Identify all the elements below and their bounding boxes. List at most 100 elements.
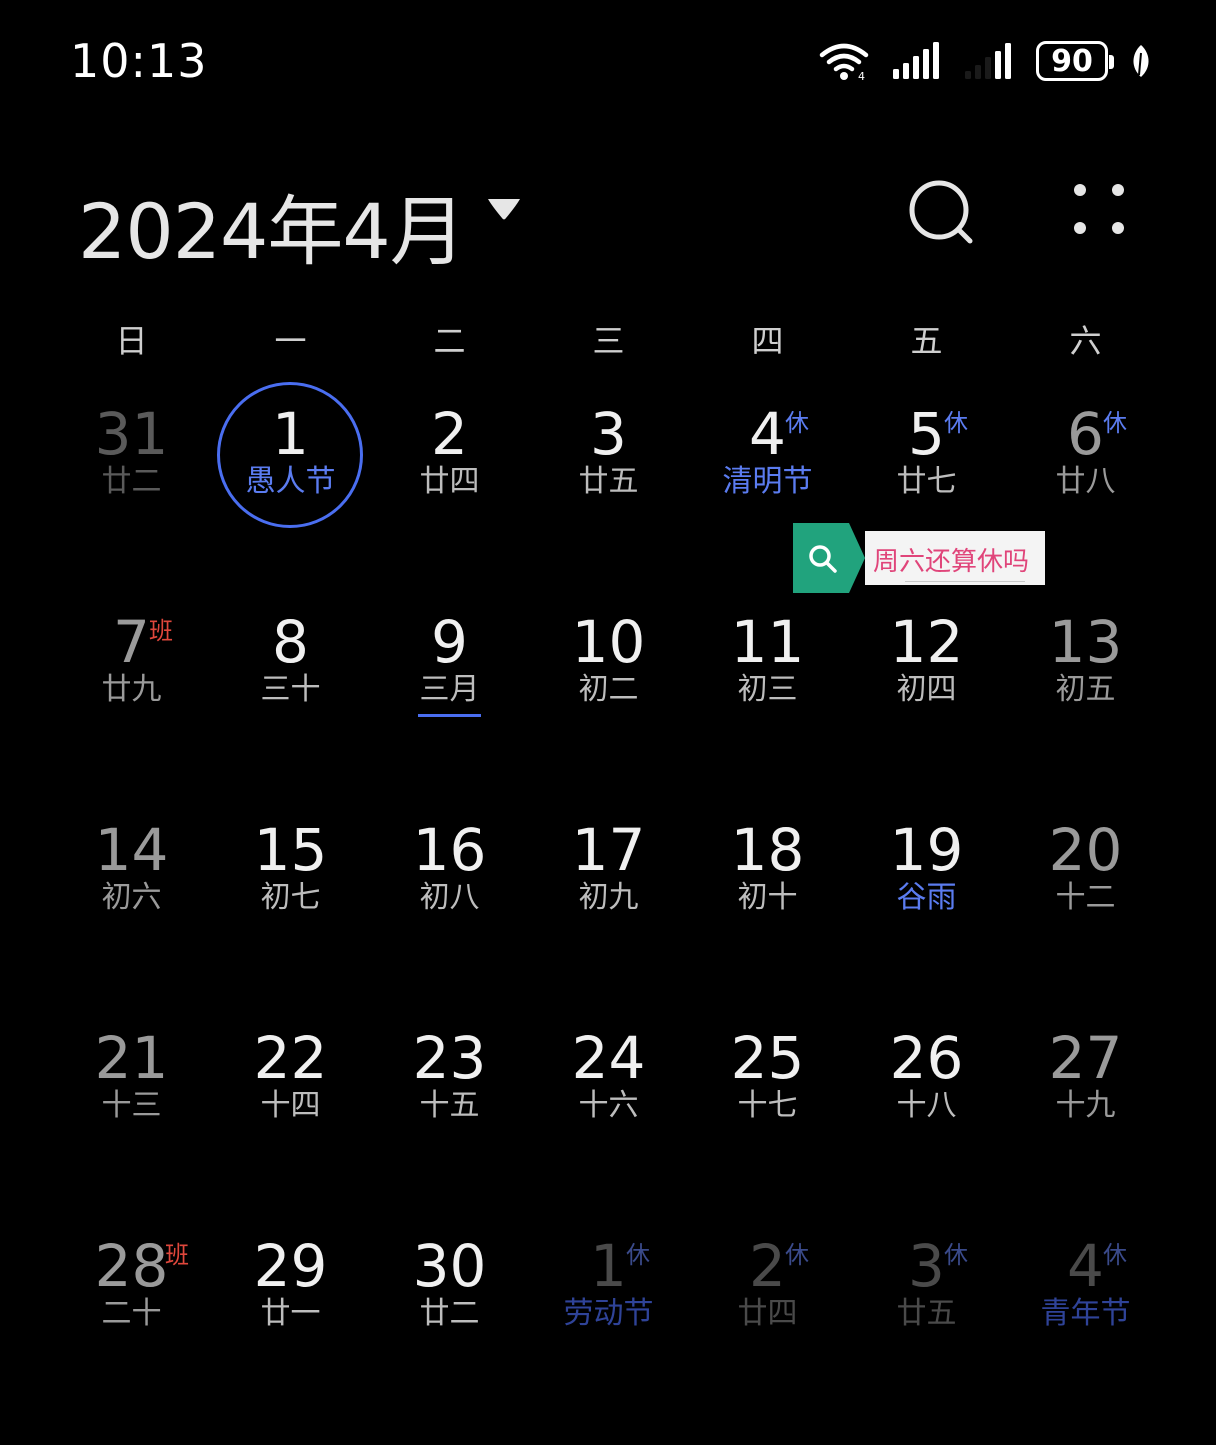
weekday-label: 一 bbox=[274, 322, 307, 360]
lunar-date: 廿二 bbox=[419, 1296, 480, 1331]
day-number: 29 bbox=[253, 1232, 328, 1300]
day-cell[interactable]: 3 廿五 bbox=[529, 382, 688, 590]
festival-label: 青年节 bbox=[1040, 1296, 1131, 1331]
holiday-badge: 休 bbox=[1103, 1241, 1127, 1269]
day-number: 31 bbox=[94, 400, 169, 468]
lunar-date: 初七 bbox=[260, 880, 321, 915]
lunar-date: 廿四 bbox=[419, 464, 480, 499]
day-number: 18 bbox=[730, 816, 805, 884]
day-cell[interactable]: 14 初六 bbox=[52, 798, 211, 1006]
lunar-date: 十八 bbox=[896, 1088, 957, 1123]
month-title[interactable]: 2024年4月 bbox=[78, 170, 466, 280]
search-icon bbox=[902, 180, 982, 258]
day-number: 17 bbox=[571, 816, 646, 884]
day-cell[interactable]: 27 十九 bbox=[1006, 1006, 1165, 1214]
day-number: 4 bbox=[749, 400, 786, 468]
weekday-label: 六 bbox=[1069, 322, 1102, 360]
search-button[interactable] bbox=[902, 174, 982, 254]
day-cell[interactable]: 12 初四 bbox=[847, 590, 1006, 798]
day-cell[interactable]: 11 初三 bbox=[688, 590, 847, 798]
day-number: 24 bbox=[571, 1024, 646, 1092]
day-cell[interactable]: 26 十八 bbox=[847, 1006, 1006, 1214]
day-cell[interactable]: 1 劳动节 休 bbox=[529, 1214, 688, 1422]
day-cell[interactable]: 25 十七 bbox=[688, 1006, 847, 1214]
day-cell[interactable]: 30 廿二 bbox=[370, 1214, 529, 1422]
lunar-date: 初九 bbox=[578, 880, 639, 915]
lunar-date: 廿七 bbox=[896, 464, 957, 499]
day-number: 10 bbox=[571, 608, 646, 676]
day-cell[interactable]: 31 廿二 bbox=[52, 382, 211, 590]
day-cell[interactable]: 1 愚人节 bbox=[211, 382, 370, 590]
day-cell[interactable]: 24 十六 bbox=[529, 1006, 688, 1214]
festival-label: 愚人节 bbox=[245, 464, 336, 499]
lunar-date: 十四 bbox=[260, 1088, 321, 1123]
caret-down-icon[interactable] bbox=[486, 196, 522, 222]
day-number: 14 bbox=[94, 816, 169, 884]
holiday-badge: 休 bbox=[944, 409, 968, 437]
lunar-date: 十三 bbox=[101, 1088, 162, 1123]
lunar-date: 初五 bbox=[1055, 672, 1116, 707]
day-cell[interactable]: 23 十五 bbox=[370, 1006, 529, 1214]
day-number: 13 bbox=[1048, 608, 1123, 676]
more-button[interactable] bbox=[1062, 174, 1142, 254]
week-row: 21 十三 22 十四 23 十五 24 十六 25 十七 26 十八 27 十九 bbox=[52, 1006, 1166, 1214]
lunar-date: 廿五 bbox=[578, 464, 639, 499]
day-cell[interactable]: 10 初二 bbox=[529, 590, 688, 798]
day-cell[interactable]: 9 三月 bbox=[370, 590, 529, 798]
day-cell[interactable]: 7 廿九 班 bbox=[52, 590, 211, 798]
day-number: 30 bbox=[412, 1232, 487, 1300]
day-cell[interactable]: 22 十四 bbox=[211, 1006, 370, 1214]
day-number: 16 bbox=[412, 816, 487, 884]
day-cell[interactable]: 4 青年节 休 bbox=[1006, 1214, 1165, 1422]
day-cell[interactable]: 20 十二 bbox=[1006, 798, 1165, 1006]
day-cell[interactable]: 3 廿五 休 bbox=[847, 1214, 1006, 1422]
day-cell[interactable]: 2 廿四 bbox=[370, 382, 529, 590]
workday-badge: 班 bbox=[165, 1241, 189, 1269]
holiday-badge: 休 bbox=[785, 409, 809, 437]
day-cell[interactable]: 18 初十 bbox=[688, 798, 847, 1006]
lunar-date: 廿一 bbox=[260, 1296, 321, 1331]
lunar-date: 十二 bbox=[1055, 880, 1116, 915]
lunar-date: 初二 bbox=[578, 672, 639, 707]
lunar-date: 初三 bbox=[737, 672, 798, 707]
day-number: 25 bbox=[730, 1024, 805, 1092]
holiday-badge: 休 bbox=[1103, 409, 1127, 437]
holiday-badge: 休 bbox=[785, 1241, 809, 1269]
day-cell[interactable]: 16 初八 bbox=[370, 798, 529, 1006]
weekday-label: 五 bbox=[910, 322, 943, 360]
day-number: 22 bbox=[253, 1024, 328, 1092]
lunar-date: 十七 bbox=[737, 1088, 798, 1123]
svg-text:4: 4 bbox=[858, 70, 865, 81]
day-number: 23 bbox=[412, 1024, 487, 1092]
search-suggestion-chip[interactable]: 周六还算休吗 bbox=[793, 523, 1045, 593]
day-number: 6 bbox=[1067, 400, 1104, 468]
day-cell[interactable]: 17 初九 bbox=[529, 798, 688, 1006]
day-number: 4 bbox=[1067, 1232, 1104, 1300]
status-icons: 4 90 bbox=[818, 38, 1152, 84]
day-cell[interactable]: 2 廿四 休 bbox=[688, 1214, 847, 1422]
lunar-month-underline bbox=[418, 714, 481, 717]
lunar-date: 初六 bbox=[101, 880, 162, 915]
day-number: 5 bbox=[908, 400, 945, 468]
day-cell[interactable]: 13 初五 bbox=[1006, 590, 1165, 798]
suggestion-text: 周六还算休吗 bbox=[873, 547, 1030, 577]
lunar-date: 三十 bbox=[260, 672, 321, 707]
day-cell[interactable]: 15 初七 bbox=[211, 798, 370, 1006]
lunar-date: 廿九 bbox=[101, 672, 162, 707]
day-cell[interactable]: 28 二十班 bbox=[52, 1214, 211, 1422]
day-number: 27 bbox=[1048, 1024, 1123, 1092]
day-cell[interactable]: 8 三十 bbox=[211, 590, 370, 798]
day-number: 11 bbox=[730, 608, 805, 676]
week-row: 7 廿九班 8 三十 9 三月 10 初二 11 初三 12 初四 13 初五 bbox=[52, 590, 1166, 798]
weekday-label: 四 bbox=[751, 322, 784, 360]
weekday-label: 三 bbox=[592, 322, 625, 360]
day-cell[interactable]: 29 廿一 bbox=[211, 1214, 370, 1422]
status-bar: 10:13 4 90 bbox=[0, 0, 1216, 120]
day-cell[interactable]: 21 十三 bbox=[52, 1006, 211, 1214]
day-cell[interactable]: 19 谷雨 bbox=[847, 798, 1006, 1006]
week-row: 28 二十班 29 廿一 30 廿二 1 劳动节休 2 廿四休 3 廿五休 4 青年节休 bbox=[52, 1214, 1166, 1422]
weekday-label: 日 bbox=[115, 322, 148, 360]
day-number: 21 bbox=[94, 1024, 169, 1092]
weekday-header: 日 一 二 三 四 五 六 bbox=[52, 316, 1166, 372]
day-number: 3 bbox=[908, 1232, 945, 1300]
